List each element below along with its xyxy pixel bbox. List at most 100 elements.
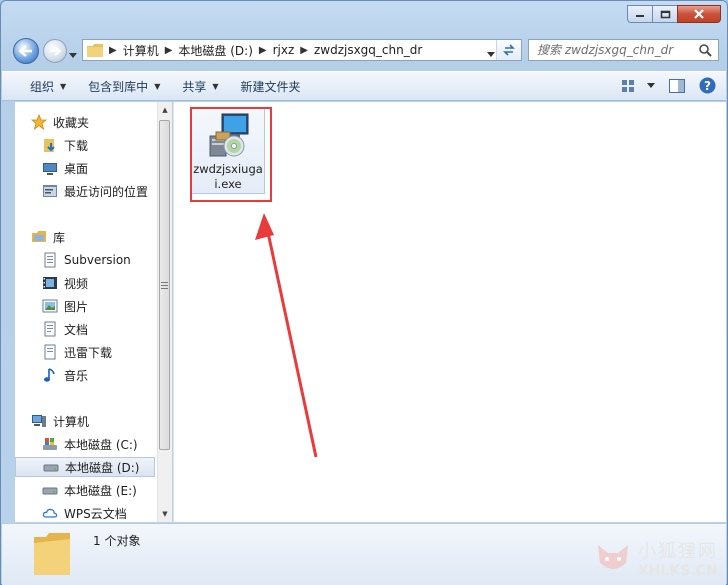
breadcrumb-separator[interactable]: ▶ — [300, 45, 308, 56]
explorer-window: ▶ 计算机 ▶ 本地磁盘 (D:) ▶ rjxz ▶ zwdzjsxgq_chn… — [0, 0, 728, 585]
recent-places-icon — [42, 183, 58, 199]
highlight-box — [190, 107, 272, 202]
minimize-icon — [636, 15, 644, 17]
picture-library-icon — [42, 298, 58, 314]
search-box[interactable] — [528, 39, 719, 61]
address-history-dropdown[interactable] — [487, 46, 495, 60]
nav-lib-subversion-label: Subversion — [64, 253, 131, 267]
nav-lib-videos-label: 视频 — [64, 276, 89, 291]
view-options-button[interactable] — [621, 79, 655, 93]
nav-lib-thunder-downloads[interactable]: 迅雷下载 — [42, 342, 112, 362]
chevron-down-icon — [487, 52, 495, 57]
nav-lib-documents[interactable]: 文档 — [42, 319, 88, 339]
breadcrumb-computer[interactable]: 计算机 — [123, 42, 159, 59]
breadcrumb-rjxz[interactable]: rjxz — [273, 43, 295, 57]
caption-buttons — [627, 5, 721, 23]
nav-lib-music-label: 音乐 — [64, 368, 89, 383]
nav-disk-e[interactable]: 本地磁盘 (E:) — [42, 480, 137, 500]
toolbar-right: ? — [607, 77, 716, 94]
star-icon — [31, 114, 47, 130]
breadcrumb-separator[interactable]: ▶ — [165, 45, 173, 56]
organize-menu[interactable]: 组织 ▼ — [30, 78, 66, 95]
scroll-up-arrow[interactable]: ▲ — [158, 102, 172, 118]
folder-icon — [34, 533, 70, 575]
back-button[interactable] — [13, 38, 39, 64]
nav-wps-cloud[interactable]: WPS云文档 — [42, 503, 127, 522]
chevron-down-icon — [69, 53, 77, 58]
navigation-scrollbar[interactable]: ▲ ▼ — [157, 102, 172, 522]
help-button[interactable]: ? — [699, 77, 716, 94]
nav-lib-pictures[interactable]: 图片 — [42, 296, 88, 316]
nav-libraries-label: 库 — [53, 230, 66, 245]
nav-lib-videos[interactable]: 视频 — [42, 273, 88, 293]
nav-downloads-label: 下载 — [64, 138, 89, 153]
address-bar[interactable]: ▶ 计算机 ▶ 本地磁盘 (D:) ▶ rjxz ▶ zwdzjsxgq_chn… — [82, 39, 522, 61]
nav-recent-places-label: 最近访问的位置 — [64, 184, 149, 199]
cloud-icon — [42, 505, 58, 521]
nav-lib-documents-label: 文档 — [64, 322, 89, 337]
grip-icon — [161, 281, 168, 289]
preview-pane-button[interactable] — [669, 78, 685, 93]
view-grid-icon — [622, 79, 634, 92]
maximize-icon — [660, 10, 670, 18]
drive-icon — [42, 482, 58, 498]
breadcrumb-current-folder[interactable]: zwdzjsxgq_chn_dr — [314, 43, 422, 57]
nav-downloads[interactable]: 下载 — [42, 135, 88, 155]
download-folder-icon — [42, 137, 58, 153]
breadcrumb-separator[interactable]: ▶ — [109, 45, 117, 56]
folder-icon — [87, 43, 103, 57]
breadcrumb-disk-d[interactable]: 本地磁盘 (D:) — [178, 42, 252, 59]
nav-libraries[interactable]: 库 — [31, 227, 65, 247]
annotation-arrow — [255, 213, 318, 458]
arrow-right-icon — [50, 46, 61, 56]
breadcrumb-separator[interactable]: ▶ — [259, 45, 267, 56]
watermark-cn: 小狐狸网 — [638, 541, 718, 562]
nav-computer[interactable]: 计算机 — [31, 411, 89, 431]
nav-computer-label: 计算机 — [53, 414, 90, 429]
nav-desktop[interactable]: 桌面 — [42, 158, 88, 178]
new-folder-label: 新建文件夹 — [240, 79, 301, 94]
details-pane: 1 个对象 小狐狸网 XHLKS.CN — [2, 523, 726, 585]
drive-icon — [43, 459, 59, 475]
item-count: 1 个对象 — [93, 534, 141, 548]
scroll-thumb[interactable] — [159, 120, 170, 450]
maximize-button[interactable] — [652, 5, 678, 23]
svg-text:?: ? — [704, 79, 711, 93]
share-label: 共享 — [182, 79, 207, 94]
nav-favorites[interactable]: 收藏夹 — [31, 112, 89, 132]
document-library-icon — [42, 344, 58, 360]
recent-pages-dropdown[interactable] — [69, 47, 77, 61]
chevron-down-icon — [647, 83, 655, 88]
chevron-down-icon: ▼ — [212, 81, 219, 91]
refresh-button[interactable] — [496, 40, 521, 60]
documents-icon — [42, 321, 58, 337]
nav-recent-places[interactable]: 最近访问的位置 — [42, 181, 148, 201]
nav-disk-d[interactable]: 本地磁盘 (D:) — [15, 457, 155, 477]
nav-disk-e-label: 本地磁盘 (E:) — [64, 483, 137, 498]
watermark-en: XHLKS.CN — [638, 563, 718, 579]
nav-disk-d-label: 本地磁盘 (D:) — [65, 460, 140, 475]
include-in-library-menu[interactable]: 包含到库中 ▼ — [88, 78, 160, 95]
close-icon — [694, 9, 704, 19]
nav-disk-c[interactable]: 本地磁盘 (C:) — [42, 434, 138, 454]
chevron-down-icon: ▼ — [154, 81, 161, 91]
watermark: 小狐狸网 XHLKS.CN — [594, 537, 718, 579]
fox-logo-icon — [598, 545, 628, 569]
nav-lib-subversion[interactable]: Subversion — [42, 250, 131, 270]
nav-lib-pictures-label: 图片 — [64, 299, 89, 314]
scroll-down-arrow[interactable]: ▼ — [158, 506, 172, 522]
library-icon — [31, 229, 47, 245]
new-folder-button[interactable]: 新建文件夹 — [241, 78, 301, 95]
nav-lib-music[interactable]: 音乐 — [42, 365, 88, 385]
computer-icon — [31, 413, 47, 429]
share-menu[interactable]: 共享 ▼ — [182, 78, 218, 95]
search-icon[interactable] — [699, 44, 712, 57]
forward-button[interactable] — [43, 39, 67, 63]
close-button[interactable] — [677, 5, 721, 23]
search-input[interactable] — [537, 43, 697, 57]
nav-desktop-label: 桌面 — [64, 161, 89, 176]
include-in-library-label: 包含到库中 — [88, 79, 149, 94]
command-bar: 组织 ▼ 包含到库中 ▼ 共享 ▼ 新建文件夹 ? — [2, 71, 726, 101]
nav-lib-thunder-downloads-label: 迅雷下载 — [64, 345, 113, 360]
minimize-button[interactable] — [627, 5, 653, 23]
